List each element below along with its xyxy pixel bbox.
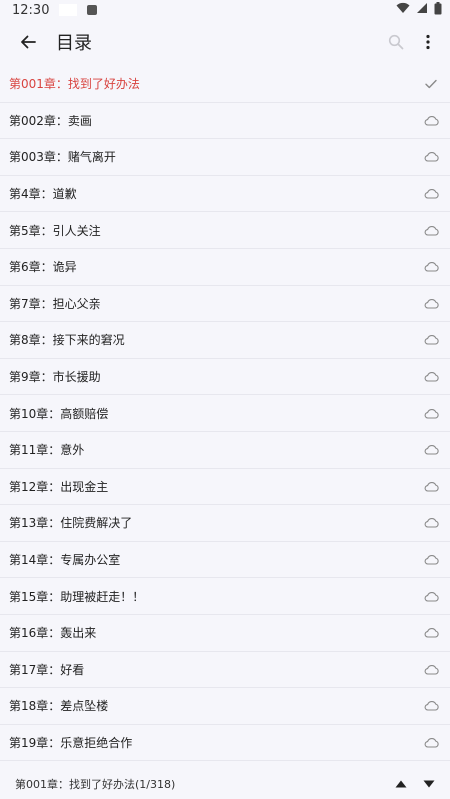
chapter-title: 第15章：助理被赶走！！ <box>9 589 145 604</box>
chapter-title: 第10章：高额赔偿 <box>9 406 109 421</box>
chapter-title: 第16章：轰出来 <box>9 626 97 641</box>
cloud-icon <box>422 551 440 569</box>
status-time: 12:30 <box>12 2 50 18</box>
chapter-list: 第001章：找到了好办法 第002章：卖画第003章：赌气离开 第4章：道歉第5章：… <box>0 66 450 762</box>
chapter-title: 第7章：担心父亲 <box>9 296 101 311</box>
page-title: 目录 <box>56 33 92 54</box>
chapter-item[interactable]: 第13章：住院费解决了 <box>0 505 450 542</box>
cloud-icon <box>422 185 440 203</box>
chapter-title: 第002章：卖画 <box>9 113 92 128</box>
chapter-item[interactable]: 第001章：找到了好办法 <box>0 66 450 103</box>
chapter-title: 第13章：住院费解决了 <box>9 516 133 531</box>
cloud-icon <box>422 404 440 422</box>
chapter-item[interactable]: 第7章：担心父亲 <box>0 286 450 323</box>
status-left: 12:30 <box>12 2 98 18</box>
chapter-title: 第18章：差点坠楼 <box>9 699 109 714</box>
bottom-bar: 第001章：找到了好办法(1/318) <box>0 769 450 799</box>
chapter-item[interactable]: 第16章：轰出来 <box>0 615 450 652</box>
status-bar: 12:30 <box>0 0 450 20</box>
chapter-item[interactable]: 第12章：出现金主 <box>0 469 450 506</box>
chapter-title: 第14章：专属办公室 <box>9 553 121 568</box>
chapter-item[interactable]: 第14章：专属办公室 <box>0 542 450 579</box>
chapter-title: 第8章：接下来的窘况 <box>9 333 125 348</box>
chapter-title: 第5章：引人关注 <box>9 223 101 238</box>
chapter-title: 第001章：找到了好办法 <box>9 77 140 92</box>
cloud-icon <box>422 514 440 532</box>
cloud-icon <box>422 624 440 642</box>
back-arrow-icon[interactable] <box>12 26 44 58</box>
chapter-item[interactable]: 第17章：好看 <box>0 652 450 689</box>
cloud-icon <box>422 660 440 678</box>
chapter-item[interactable]: 第10章：高额赔偿 <box>0 395 450 432</box>
bottom-nav <box>392 775 438 793</box>
cloud-icon <box>422 258 440 276</box>
chapter-item[interactable]: 第15章：助理被赶走！！ <box>0 578 450 615</box>
app-bar: 目录 <box>0 20 450 64</box>
chapter-item[interactable]: 第9章：市长援助 <box>0 359 450 396</box>
cloud-icon <box>422 697 440 715</box>
chapter-item[interactable]: 第5章：引人关注 <box>0 212 450 249</box>
arrow-down-icon[interactable] <box>420 775 438 793</box>
cloud-icon <box>422 221 440 239</box>
check-icon <box>422 75 440 93</box>
chapter-item[interactable]: 第6章：诡异 <box>0 249 450 286</box>
chapter-title: 第003章：赌气离开 <box>9 150 116 165</box>
cloud-icon <box>422 368 440 386</box>
cloud-icon <box>422 331 440 349</box>
cloud-icon <box>422 294 440 312</box>
status-right <box>396 1 442 19</box>
chapter-title: 第9章：市长援助 <box>9 370 101 385</box>
cloud-icon <box>422 733 440 751</box>
cloud-icon <box>422 148 440 166</box>
more-vert-icon[interactable] <box>412 26 444 58</box>
search-icon[interactable] <box>380 26 412 58</box>
chapter-item[interactable]: 第8章：接下来的窘况 <box>0 322 450 359</box>
chapter-item[interactable]: 第18章：差点坠楼 <box>0 688 450 725</box>
signal-icon <box>416 2 428 18</box>
chapter-item[interactable]: 第11章：意外 <box>0 432 450 469</box>
chapter-item[interactable]: 第4章：道歉 <box>0 176 450 213</box>
chapter-item[interactable]: 第002章：卖画 <box>0 103 450 140</box>
arrow-up-icon[interactable] <box>392 775 410 793</box>
chapter-title: 第4章：道歉 <box>9 187 77 202</box>
cloud-icon <box>422 587 440 605</box>
cloud-icon <box>422 111 440 129</box>
chapter-title: 第6章：诡异 <box>9 260 77 275</box>
cloud-icon <box>422 477 440 495</box>
app-notification-icon <box>59 4 78 16</box>
chapter-title: 第19章：乐意拒绝合作 <box>9 735 133 750</box>
wifi-icon <box>396 2 410 18</box>
battery-icon <box>434 1 442 19</box>
chapter-title: 第11章：意外 <box>9 443 85 458</box>
cloud-icon <box>422 441 440 459</box>
chapter-title: 第12章：出现金主 <box>9 479 109 494</box>
chapter-title: 第17章：好看 <box>9 662 85 677</box>
letter-a-icon <box>87 5 98 15</box>
chapter-item[interactable]: 第19章：乐意拒绝合作 <box>0 725 450 762</box>
current-chapter-indicator: 第001章：找到了好办法(1/318) <box>15 778 176 791</box>
chapter-item[interactable]: 第003章：赌气离开 <box>0 139 450 176</box>
